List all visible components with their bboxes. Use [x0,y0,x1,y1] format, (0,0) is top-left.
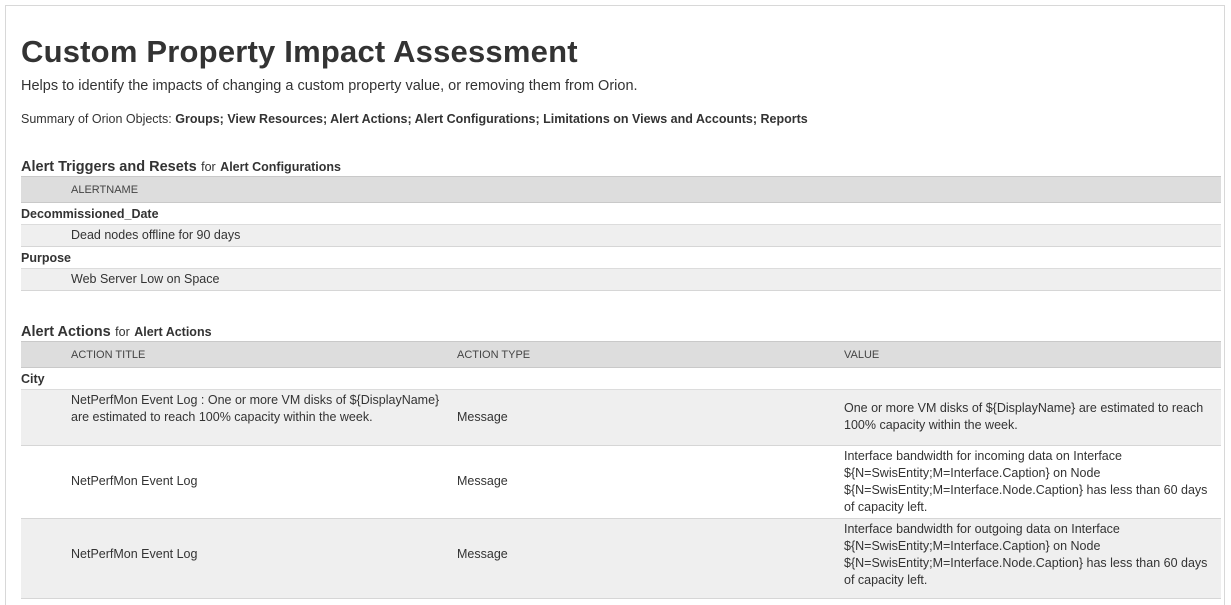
action-title-cell: NetPerfMon Event Log [71,474,198,488]
section-heading-alert-actions: Alert Actions for Alert Actions [21,323,212,341]
table-row[interactable]: Web Server Low on Space [21,269,1221,291]
group-row: Decommissioned_Date [21,203,1221,225]
action-type-cell: Message [457,410,508,424]
value-cell: Interface bandwidth for incoming data on… [844,449,1208,514]
column-header-value[interactable]: VALUE [844,349,879,361]
value-cell: One or more VM disks of ${DisplayName} a… [844,401,1204,432]
summary-label: Summary of Orion Objects: [21,112,172,126]
table-row[interactable]: Dead nodes offline for 90 days [21,225,1221,247]
alert-actions-table: ACTION TITLE ACTION TYPE VALUE City NetP… [21,341,1221,599]
alertname-cell: Dead nodes offline for 90 days [71,228,241,242]
summary-objects: Groups; View Resources; Alert Actions; A… [175,112,808,126]
summary-line: Summary of Orion Objects: Groups; View R… [21,112,808,126]
action-title-cell: NetPerfMon Event Log [71,547,198,561]
column-header-action-type[interactable]: ACTION TYPE [457,349,530,361]
action-type-cell: Message [457,474,508,488]
table-row[interactable]: NetPerfMon Event Log Message Interface b… [21,446,1221,519]
alertname-cell: Web Server Low on Space [71,272,220,286]
group-label: City [21,372,45,386]
action-type-cell: Message [457,547,508,561]
group-row: City [21,368,1221,390]
section-title: Alert Triggers and Resets [21,159,197,175]
action-title-cell: NetPerfMon Event Log : One or more VM di… [71,393,440,424]
group-label: Decommissioned_Date [21,207,159,221]
section-for-word: for [115,325,130,339]
report-frame: Custom Property Impact Assessment Helps … [5,5,1225,605]
column-header-action-title[interactable]: ACTION TITLE [71,349,145,361]
section-object: Alert Configurations [220,160,342,174]
section-object: Alert Actions [134,325,212,339]
value-cell: Interface bandwidth for outgoing data on… [844,522,1208,587]
table-row[interactable]: NetPerfMon Event Log Message Interface b… [21,519,1221,599]
alert-triggers-table: ALERTNAME Decommissioned_Date Dead nodes… [21,176,1221,291]
table-header: ACTION TITLE ACTION TYPE VALUE [21,341,1221,368]
group-label: Purpose [21,251,72,265]
column-header-alertname[interactable]: ALERTNAME [71,184,138,196]
group-row: Purpose [21,247,1221,269]
section-heading-alert-triggers: Alert Triggers and Resets for Alert Conf… [21,158,341,176]
page-title: Custom Property Impact Assessment [21,34,578,69]
section-for-word: for [201,160,216,174]
table-header: ALERTNAME [21,176,1221,203]
table-row[interactable]: NetPerfMon Event Log : One or more VM di… [21,390,1221,446]
section-title: Alert Actions [21,324,111,340]
page-subtitle: Helps to identify the impacts of changin… [21,78,638,94]
